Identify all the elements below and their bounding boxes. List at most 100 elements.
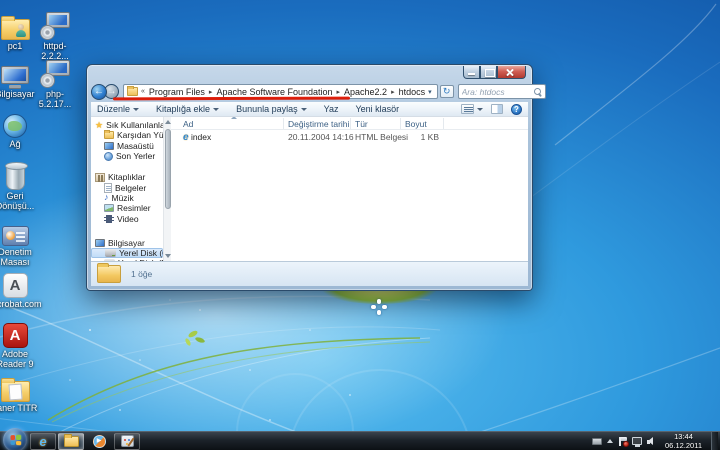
clock-date: 06.12.2011 — [665, 441, 702, 450]
volume-icon[interactable] — [647, 437, 656, 446]
desktop-icon-adobe-reader[interactable]: A Adobe Reader 9 — [0, 316, 39, 370]
breadcrumb-separator: ▸ — [337, 88, 341, 96]
pictures-icon — [104, 204, 114, 212]
toolbar-yeni-klasor[interactable]: Yeni klasör — [355, 104, 399, 114]
taskbar-paint-button[interactable] — [114, 433, 140, 450]
explorer-folder-icon — [64, 436, 79, 447]
breadcrumb-htdocs[interactable]: htdocs — [399, 87, 426, 97]
column-header-size[interactable]: Boyut — [405, 119, 427, 129]
sidebar-item-favorites[interactable]: ★Sık Kullanılanlar — [91, 120, 163, 130]
file-row-index[interactable]: e index 20.11.2004 14:16 HTML Belgesi 1 … — [171, 131, 528, 143]
recycle-bin-icon — [0, 158, 39, 190]
taskbar: e ▶ 13:44 06.12.2011 — [0, 431, 720, 450]
address-dropdown-icon[interactable]: ▾ — [425, 88, 435, 96]
recent-places-icon — [104, 152, 113, 161]
search-placeholder: Ara: htdocs — [462, 87, 534, 97]
column-header-name[interactable]: Ad — [183, 119, 193, 129]
search-box[interactable]: Ara: htdocs — [458, 84, 546, 99]
video-icon — [104, 215, 114, 223]
desktop: pc1 httpd-2.2.2... Bilgisayar php-5.2.17… — [0, 0, 720, 450]
desktop-icon-network[interactable]: Ağ — [0, 106, 39, 150]
action-center-flag-icon[interactable] — [618, 437, 627, 446]
desktop-icon-php-installer[interactable]: php-5.2.17... — [31, 56, 79, 110]
sidebar-item-documents[interactable]: Belgeler — [91, 182, 163, 192]
tray-device-icon[interactable] — [592, 438, 602, 445]
clock-time: 13:44 — [665, 432, 702, 441]
breadcrumb-apache-software-foundation[interactable]: Apache Software Foundation — [216, 87, 332, 97]
internet-explorer-icon: e — [39, 435, 46, 448]
close-button[interactable] — [497, 66, 526, 79]
documents-icon — [104, 183, 112, 193]
taskbar-media-player-button[interactable]: ▶ — [86, 433, 112, 450]
help-button[interactable]: ? — [511, 104, 522, 115]
desktop-icon-control-panel[interactable]: Denetim Masası — [0, 214, 39, 268]
taskbar-clock[interactable]: 13:44 06.12.2011 — [661, 432, 706, 450]
sidebar-item-recent-places[interactable]: Son Yerler — [91, 151, 163, 161]
desktop-icon-taner-folder[interactable]: Taner TITR — [0, 370, 39, 414]
system-tray: 13:44 06.12.2011 — [592, 432, 720, 450]
toolbar-duzenle[interactable]: Düzenle — [97, 104, 139, 114]
sidebar-item-pictures[interactable]: Resimler — [91, 203, 163, 213]
computer-icon — [95, 239, 105, 247]
sidebar-item-libraries[interactable]: Kitaplıklar — [91, 172, 163, 182]
control-panel-icon — [0, 214, 39, 246]
sidebar-item-computer[interactable]: Bilgisayar — [91, 238, 163, 248]
alert-badge — [623, 441, 629, 447]
breadcrumb-separator: ▸ — [209, 88, 213, 96]
refresh-button[interactable]: ↻ — [440, 85, 454, 98]
toolbar-yaz[interactable]: Yaz — [324, 104, 339, 114]
sidebar-item-desktop[interactable]: Masaüstü — [91, 141, 163, 151]
back-button[interactable]: ← — [91, 84, 107, 100]
column-header-type[interactable]: Tür — [355, 119, 368, 129]
start-button[interactable] — [3, 428, 27, 450]
sidebar-item-video[interactable]: Video — [91, 213, 163, 223]
preview-pane-button[interactable] — [491, 104, 503, 114]
network-tray-icon[interactable] — [632, 437, 642, 445]
details-pane: 1 öğe — [91, 261, 528, 286]
desktop-icon-httpd-installer[interactable]: httpd-2.2.2... — [31, 8, 79, 62]
installer-icon — [31, 56, 79, 88]
minimize-button[interactable] — [463, 66, 480, 79]
taskbar-ie-button[interactable]: e — [30, 433, 56, 450]
breadcrumb-separator: ▸ — [391, 88, 395, 96]
chevron-down-icon — [213, 108, 219, 111]
paint-icon — [121, 435, 134, 447]
desktop-icon — [104, 142, 114, 150]
libraries-icon — [95, 173, 105, 182]
sidebar-item-music[interactable]: ♪Müzik — [91, 193, 163, 203]
media-player-icon: ▶ — [93, 435, 106, 448]
sort-indicator-icon — [231, 117, 237, 119]
views-button[interactable] — [461, 104, 483, 114]
window-content: ★Sık Kullanılanlar Karşıdan Yüklem Masaü… — [91, 117, 528, 261]
desktop-icon-recycle-bin[interactable]: Geri Dönüşü... — [0, 158, 39, 212]
file-modified: 20.11.2004 14:16 — [288, 132, 354, 142]
navigation-scrollbar[interactable] — [163, 117, 171, 261]
toolbar-kitapliga-ekle[interactable]: Kitaplığa ekle — [156, 104, 219, 114]
breadcrumb-program-files[interactable]: Program Files — [149, 87, 205, 97]
search-icon — [534, 88, 542, 96]
caption-buttons — [463, 66, 526, 79]
breadcrumb: « Program Files ▸ Apache Software Founda… — [141, 87, 425, 97]
sidebar-item-downloads[interactable]: Karşıdan Yüklem — [91, 130, 163, 140]
desktop-icon-acrobat-com[interactable]: A Acrobat.com — [0, 266, 39, 310]
show-desktop-button[interactable] — [711, 432, 718, 450]
explorer-window: ← → « Program Files ▸ Apache Software Fo… — [86, 64, 533, 291]
column-header-modified[interactable]: Değiştirme tarihi — [288, 119, 349, 129]
maximize-button[interactable] — [480, 66, 497, 79]
disk-icon — [105, 249, 116, 257]
file-list: Ad Değiştirme tarihi Tür Boyut e index 2… — [171, 117, 528, 261]
command-toolbar: Düzenle Kitaplığa ekle Bununla paylaş Ya… — [91, 102, 528, 117]
folder-icon — [127, 87, 138, 96]
music-icon: ♪ — [104, 193, 109, 202]
star-icon: ★ — [95, 121, 103, 130]
views-icon — [461, 104, 474, 114]
sidebar-item-local-disk-c[interactable]: Yerel Disk (C:) — [91, 248, 163, 258]
chevron-down-icon — [477, 108, 483, 111]
breadcrumb-prefix: « — [141, 88, 145, 95]
item-count: 1 öğe — [131, 269, 152, 279]
navigation-pane: ★Sık Kullanılanlar Karşıdan Yüklem Masaü… — [91, 117, 163, 261]
breadcrumb-apache22[interactable]: Apache2.2 — [344, 87, 387, 97]
hidden-icons-chevron-icon[interactable] — [607, 439, 613, 443]
taskbar-explorer-button[interactable] — [58, 433, 84, 450]
toolbar-bununla-paylas[interactable]: Bununla paylaş — [236, 104, 307, 114]
